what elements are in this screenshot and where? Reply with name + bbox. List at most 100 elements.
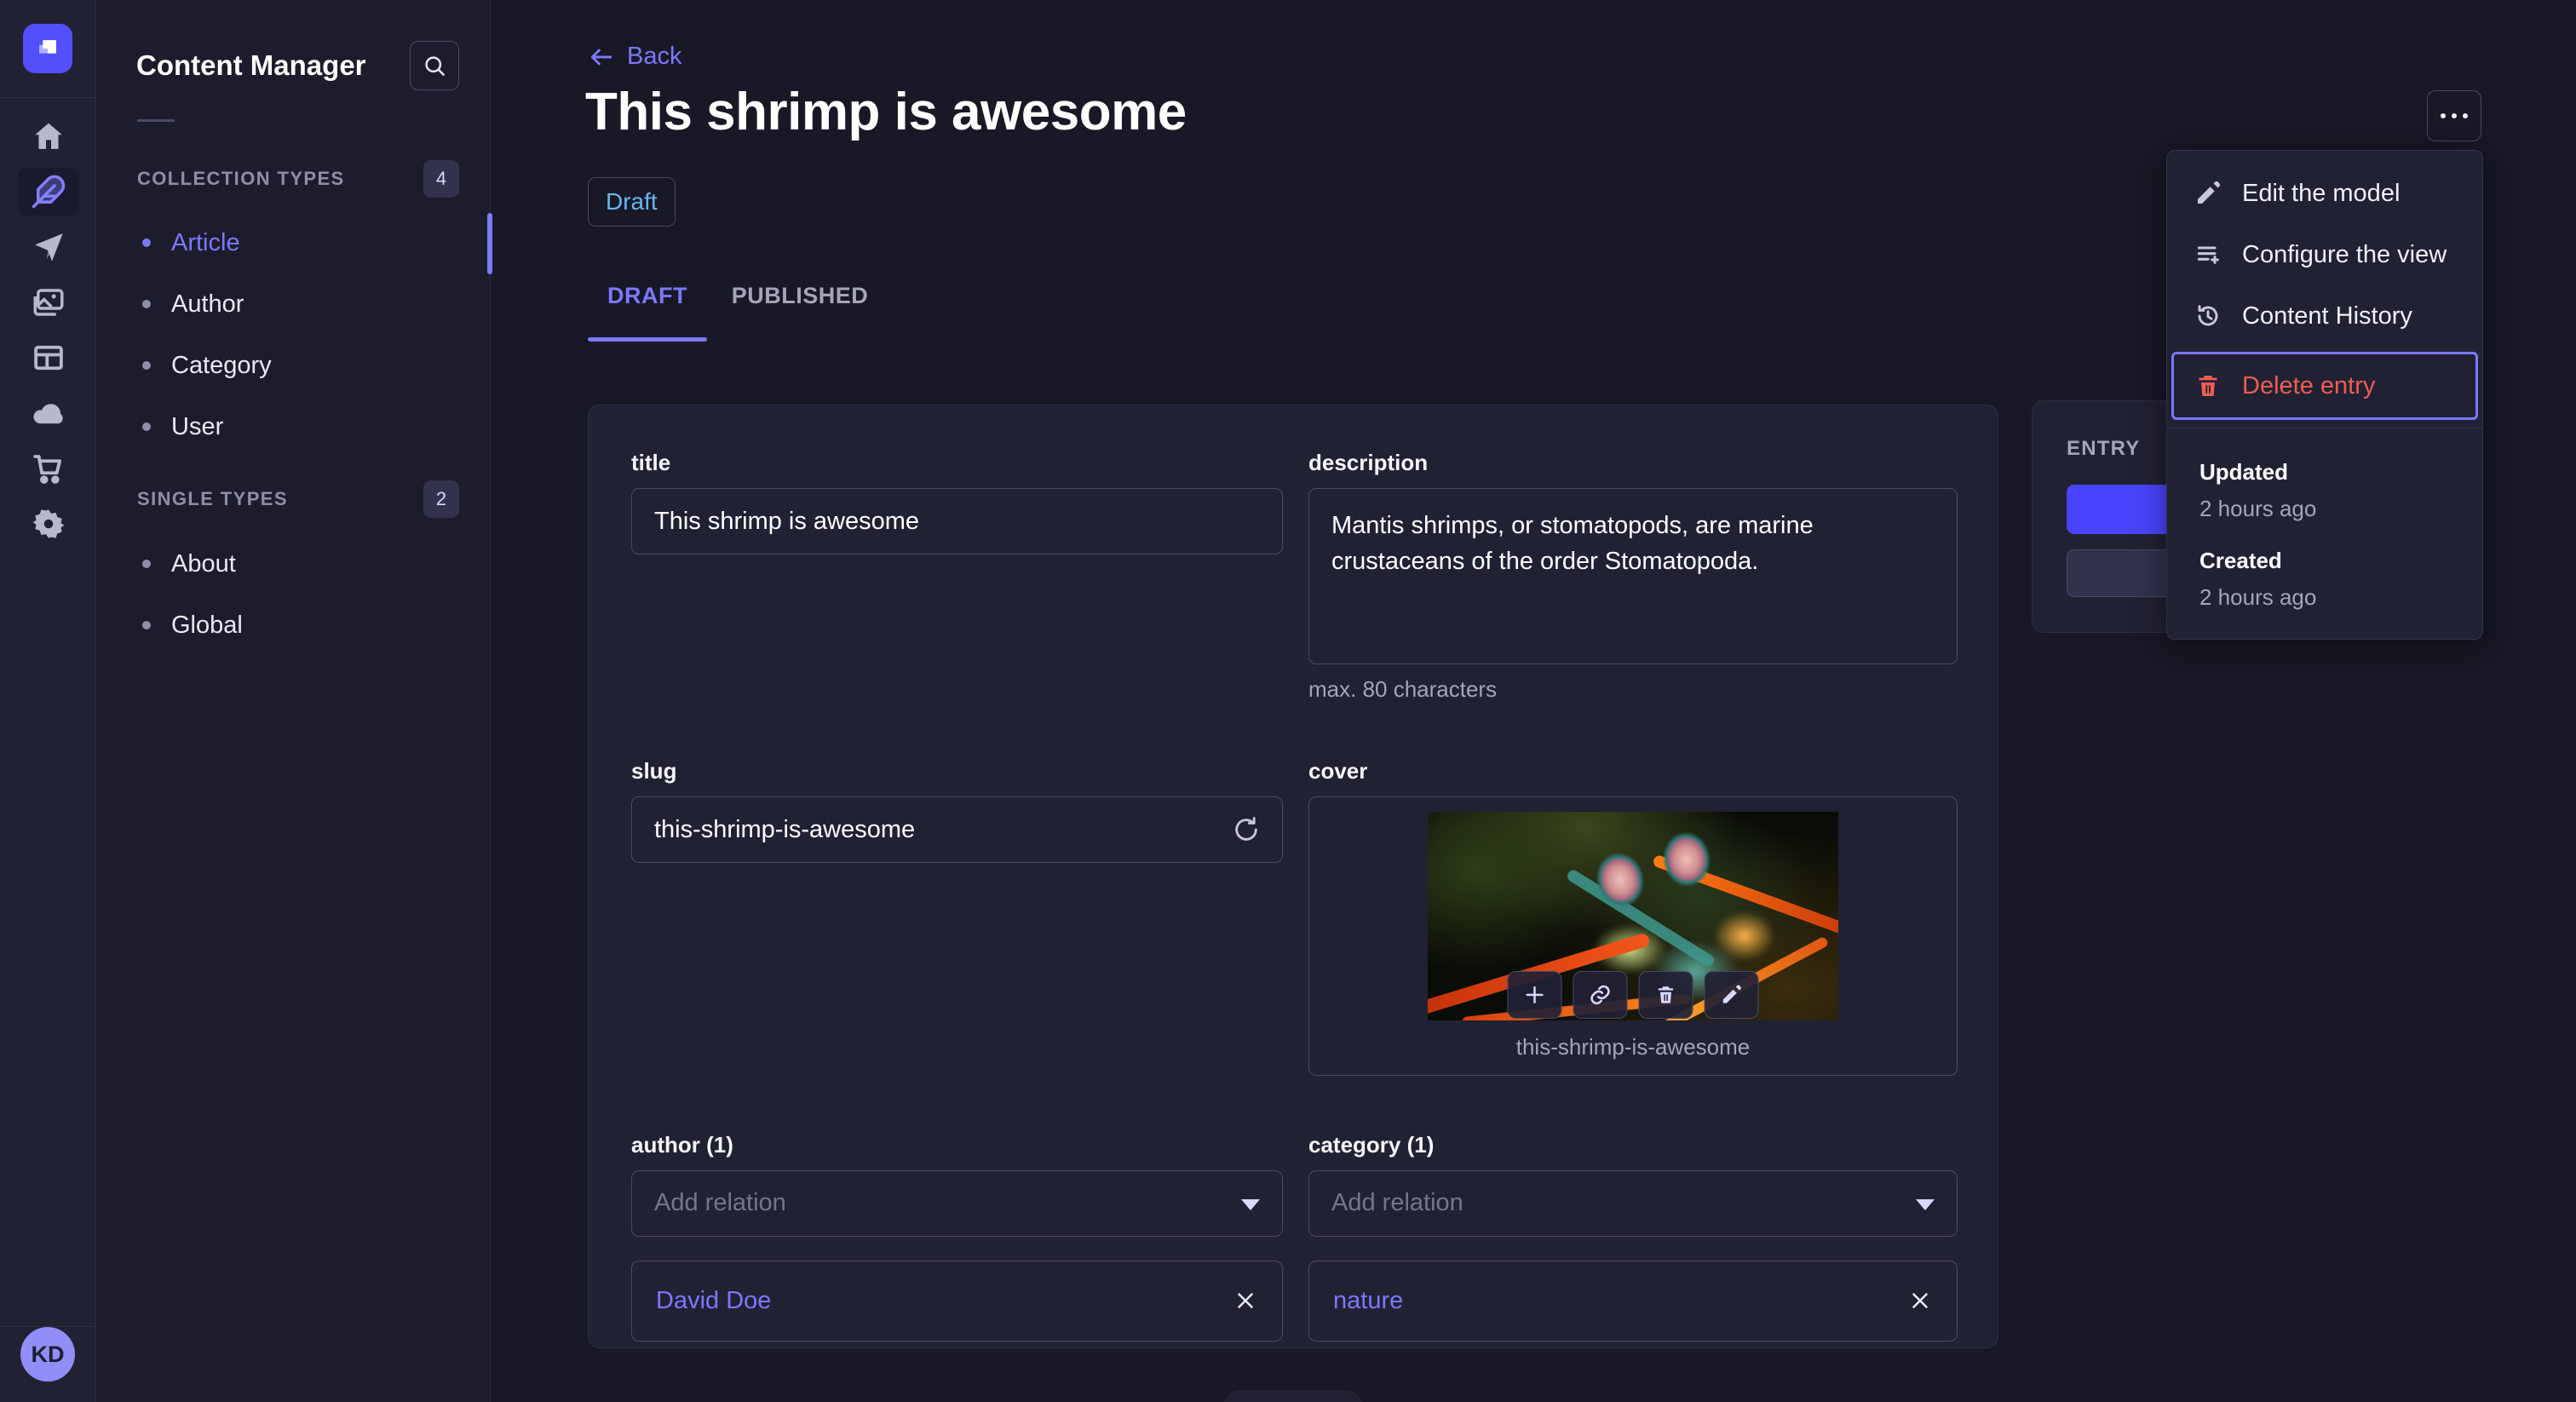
menu-item-edit-model[interactable]: Edit the model: [2167, 163, 2482, 224]
cart-icon: [32, 455, 61, 484]
tab-draft[interactable]: DRAFT: [588, 283, 707, 342]
layout-icon: [33, 345, 63, 371]
status-badge: Draft: [588, 177, 676, 227]
relation-link[interactable]: David Doe: [656, 1287, 771, 1315]
sidebar-icon-nav: [0, 112, 96, 548]
paper-plane-icon: [34, 233, 63, 261]
category-relation-item: nature: [1308, 1260, 1958, 1342]
entry-meta: Updated 2 hours ago Created 2 hours ago: [2167, 428, 2482, 611]
field-description: description Mantis shrimps, or stomatopo…: [1308, 450, 1958, 703]
user-avatar[interactable]: KD: [20, 1327, 75, 1382]
dots-icon: [2441, 113, 2446, 118]
history-icon: [2198, 305, 2218, 326]
search-button[interactable]: [410, 41, 459, 90]
title-input[interactable]: [631, 488, 1283, 554]
bullet-icon: [142, 560, 151, 568]
field-title: title: [631, 450, 1283, 554]
slug-label: slug: [631, 758, 677, 784]
cloud-icon: [32, 404, 63, 424]
sidebar-item-home[interactable]: [18, 112, 79, 160]
bullet-icon: [142, 422, 151, 431]
cover-image[interactable]: [1428, 812, 1838, 1021]
description-label: description: [1308, 450, 1429, 475]
title-label: title: [631, 450, 671, 475]
sidebar-item-media-library[interactable]: [18, 279, 79, 326]
close-icon: [1912, 1293, 1928, 1308]
updated-label: Updated: [2199, 459, 2288, 485]
list-plus-icon: [2197, 246, 2219, 264]
sidebar-item-marketplace[interactable]: [18, 445, 79, 492]
sidebar-item-content-manager[interactable]: [17, 168, 79, 215]
chevron-down-icon: [1916, 1198, 1935, 1210]
category-relation-combobox[interactable]: Add relation: [1308, 1169, 1958, 1237]
sidebar-item-releases[interactable]: [18, 223, 79, 271]
subnav-item-user[interactable]: User: [97, 396, 490, 457]
search-icon: [425, 56, 445, 76]
single-types-count-badge: 2: [423, 480, 459, 518]
home-icon: [34, 123, 62, 149]
cover-label: cover: [1308, 758, 1368, 784]
cover-caption: this-shrimp-is-awesome: [1515, 1034, 1751, 1060]
created-label: Created: [2199, 548, 2282, 573]
sidebar-divider: [0, 97, 95, 98]
field-cover: cover this-shrimp-is-awesome: [1308, 758, 1958, 1077]
main-nav-sidebar: KD: [0, 0, 96, 1402]
delete-asset-button[interactable]: [1638, 971, 1693, 1020]
plus-icon: [1526, 986, 1544, 1004]
pencil-icon: [2198, 181, 2221, 204]
menu-item-content-history[interactable]: Content History: [2167, 285, 2482, 347]
sidebar-item-settings[interactable]: [18, 500, 79, 548]
link-icon: [1590, 985, 1610, 1005]
category-label: category (1): [1308, 1131, 1435, 1158]
regenerate-slug-button[interactable]: [1228, 812, 1264, 848]
bullet-icon: [142, 361, 151, 370]
copy-link-button[interactable]: [1573, 971, 1628, 1020]
author-relation-combobox[interactable]: Add relation: [631, 1169, 1283, 1237]
bottom-pill-button[interactable]: [1222, 1390, 1364, 1402]
subnav-item-global[interactable]: Global: [97, 595, 490, 656]
slug-input[interactable]: [631, 796, 1283, 864]
entry-panel-heading: ENTRY: [2067, 437, 2141, 460]
author-relation-item: David Doe: [631, 1260, 1283, 1342]
cover-actions: [1507, 971, 1759, 1020]
collection-types-count-badge: 4: [423, 160, 459, 198]
tab-published[interactable]: PUBLISHED: [719, 283, 881, 342]
focused-menu-item-outline: Delete entry: [2171, 352, 2478, 420]
media-library-icon: [33, 289, 63, 316]
more-options-button[interactable]: [2427, 90, 2481, 141]
page-title: This shrimp is awesome: [585, 83, 1187, 141]
relation-link[interactable]: nature: [1333, 1287, 1403, 1315]
updated-value: 2 hours ago: [2199, 496, 2317, 521]
refresh-icon: [1235, 817, 1257, 842]
gear-icon: [32, 509, 64, 538]
cover-field-box: this-shrimp-is-awesome: [1308, 796, 1958, 1077]
active-tab-underline: [588, 337, 707, 342]
subnav-title: Content Manager: [136, 49, 366, 81]
add-asset-button[interactable]: [1507, 971, 1562, 1020]
sidebar-item-deploy[interactable]: [18, 389, 79, 437]
strapi-logo[interactable]: [23, 24, 72, 73]
edit-asset-button[interactable]: [1704, 971, 1759, 1020]
menu-item-configure-view[interactable]: Configure the view: [2167, 224, 2482, 285]
sidebar-item-content-type-builder[interactable]: [18, 334, 79, 382]
arrow-left-icon: [590, 49, 612, 65]
subnav-item-author[interactable]: Author: [97, 273, 490, 335]
subnav-item-about[interactable]: About: [97, 533, 490, 595]
close-icon: [1238, 1293, 1253, 1308]
single-types-list: About Global: [97, 533, 490, 656]
trash-icon: [2199, 376, 2217, 396]
menu-item-delete-entry[interactable]: Delete entry: [2174, 354, 2475, 417]
pencil-icon: [1722, 985, 1741, 1004]
subnav-item-category[interactable]: Category: [97, 335, 490, 396]
bullet-icon: [142, 621, 151, 629]
remove-relation-button[interactable]: [1907, 1288, 1933, 1313]
remove-relation-button[interactable]: [1233, 1288, 1258, 1313]
back-link[interactable]: Back: [588, 43, 681, 71]
field-category: category (1) Add relation nature: [1308, 1132, 1958, 1342]
bullet-icon: [142, 300, 151, 308]
subnav-item-article[interactable]: Article: [97, 212, 490, 273]
field-author: author (1) Add relation David Doe: [631, 1132, 1283, 1342]
description-textarea[interactable]: Mantis shrimps, or stomatopods, are mari…: [1308, 488, 1958, 664]
author-label: author (1): [631, 1131, 733, 1158]
feather-icon: [32, 175, 65, 209]
